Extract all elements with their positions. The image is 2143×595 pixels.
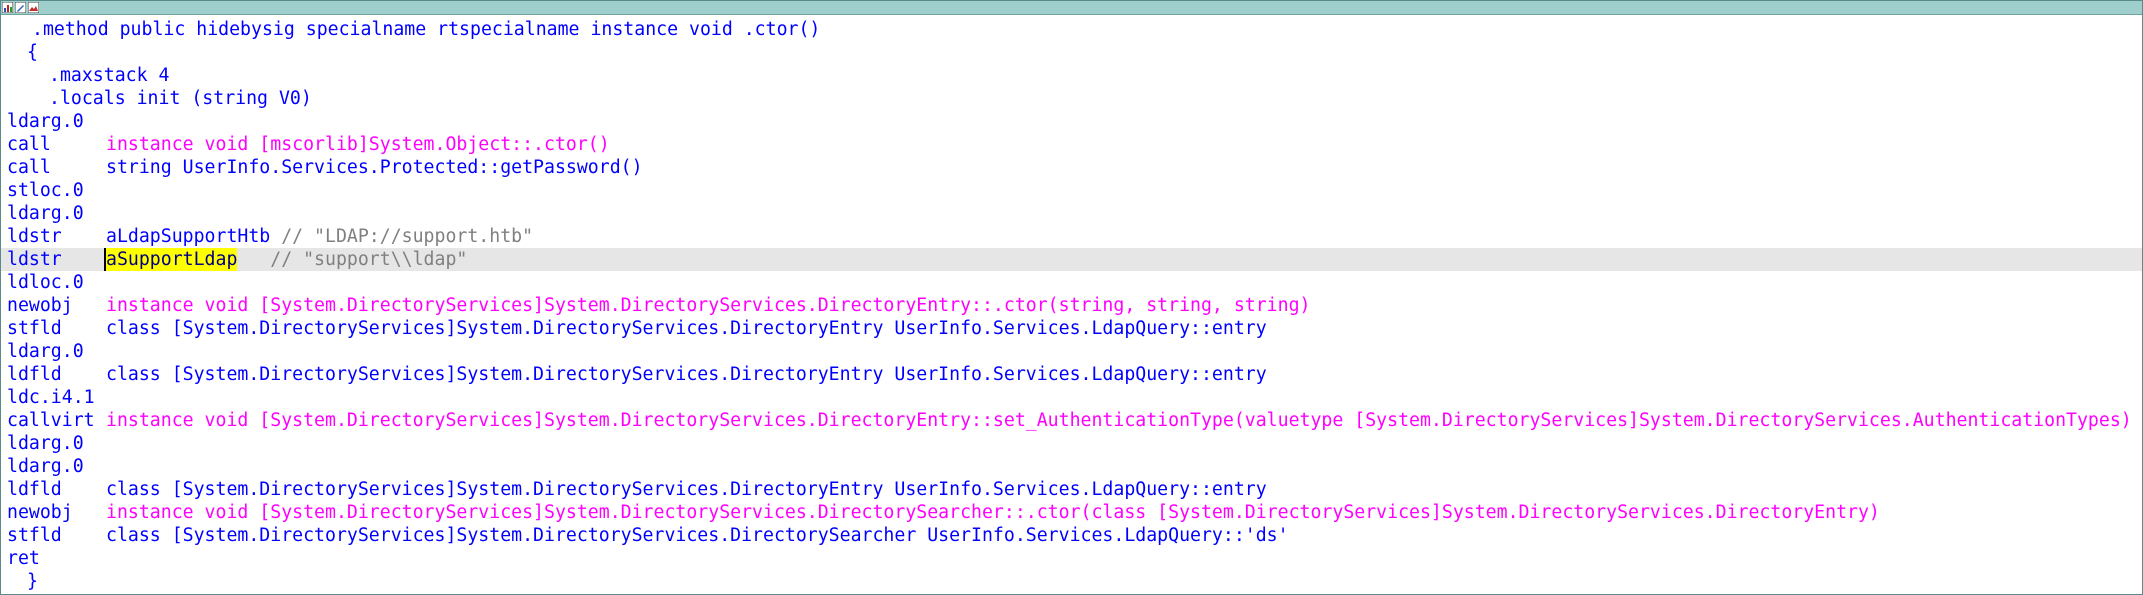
close-brace: } [27, 571, 38, 592]
selected-string-reference[interactable]: aSupportLdap [104, 248, 238, 271]
method-header: .method public hidebysig specialname rts… [32, 19, 821, 40]
image-icon[interactable] [28, 2, 39, 13]
code-line[interactable]: .locals init (string V0) [1, 87, 2142, 110]
code-line[interactable]: ldarg.0 [1, 455, 2142, 478]
locals-directive: .locals init (string V0) [49, 88, 312, 109]
code-line[interactable]: call instance void [mscorlib]System.Objec… [1, 133, 2142, 156]
instruction-opcode: ldarg.0 [7, 111, 84, 132]
instruction-opcode: stfld [7, 318, 62, 339]
maxstack-directive: .maxstack 4 [49, 65, 170, 86]
code-line[interactable]: .maxstack 4 [1, 64, 2142, 87]
instruction-opcode: ldarg.0 [7, 433, 84, 454]
instruction-opcode: ldarg.0 [7, 456, 84, 477]
code-line[interactable]: newobj instance void [System.DirectorySer… [1, 501, 2142, 524]
instruction-opcode: newobj [7, 502, 73, 523]
instruction-opcode: ldarg.0 [7, 203, 84, 224]
method-reference[interactable]: instance void [mscorlib]System.Object::.… [106, 133, 610, 156]
instruction-opcode: callvirt [7, 410, 95, 431]
current-code-line[interactable]: ldstr aSupportLdap // "support\\ldap" [1, 248, 2142, 271]
code-line[interactable]: { [1, 41, 2142, 64]
instruction-opcode: call [7, 134, 51, 155]
string-comment: // "support\\ldap" [237, 249, 468, 270]
code-line[interactable]: stfld class [System.DirectoryServices]Sys… [1, 524, 2142, 547]
code-line[interactable]: ldarg.0 [1, 432, 2142, 455]
instruction-opcode: ret [7, 548, 40, 569]
code-line[interactable]: call string UserInfo.Services.Protected::… [1, 156, 2142, 179]
code-line[interactable]: ldarg.0 [1, 340, 2142, 363]
code-line[interactable]: ldstr aLdapSupportHtb // "LDAP://support.… [1, 225, 2142, 248]
code-line[interactable]: stloc.0 [1, 179, 2142, 202]
instruction-opcode: stloc.0 [7, 180, 84, 201]
string-reference[interactable]: aLdapSupportHtb [106, 225, 270, 248]
instruction-opcode: call [7, 157, 51, 178]
instruction-opcode: ldfld [7, 479, 62, 500]
code-line[interactable]: ldarg.0 [1, 110, 2142, 133]
code-line[interactable]: ldfld class [System.DirectoryServices]Sys… [1, 363, 2142, 386]
instruction-opcode: ldstr [7, 249, 62, 270]
code-line[interactable]: } [1, 570, 2142, 593]
code-line[interactable]: ldc.i4.1 [1, 386, 2142, 409]
instruction-opcode: ldstr [7, 226, 62, 247]
open-brace: { [27, 42, 38, 63]
code-line[interactable]: .method public hidebysig specialname rts… [1, 18, 2142, 41]
code-line[interactable]: callvirt instance void [System.DirectoryS… [1, 409, 2142, 432]
field-reference[interactable]: class [System.DirectoryServices]System.D… [106, 524, 1289, 547]
edit-icon[interactable] [15, 2, 26, 13]
ida-disassembly-window: .method public hidebysig specialname rts… [0, 0, 2143, 595]
graph-icon[interactable] [2, 2, 13, 13]
field-reference[interactable]: class [System.DirectoryServices]System.D… [106, 478, 1267, 501]
code-line[interactable]: ldarg.0 [1, 202, 2142, 225]
instruction-opcode: ldloc.0 [7, 272, 84, 293]
instruction-opcode: ldarg.0 [7, 341, 84, 362]
method-reference[interactable]: instance void [System.DirectoryServices]… [106, 501, 1880, 524]
field-reference[interactable]: class [System.DirectoryServices]System.D… [106, 317, 1267, 340]
instruction-opcode: stfld [7, 525, 62, 546]
method-reference[interactable]: instance void [System.DirectoryServices]… [106, 409, 2132, 432]
instruction-opcode: ldc.i4.1 [7, 387, 95, 408]
method-reference[interactable]: string UserInfo.Services.Protected::getP… [106, 156, 643, 179]
instruction-opcode: ldfld [7, 364, 62, 385]
code-line[interactable]: ldfld class [System.DirectoryServices]Sys… [1, 478, 2142, 501]
code-line[interactable]: stfld class [System.DirectoryServices]Sys… [1, 317, 2142, 340]
window-titlebar [1, 1, 2142, 15]
code-line[interactable]: ret [1, 547, 2142, 570]
string-comment: // "LDAP://support.htb" [270, 226, 534, 247]
method-reference[interactable]: instance void [System.DirectoryServices]… [106, 294, 1310, 317]
code-line[interactable]: newobj instance void [System.DirectorySer… [1, 294, 2142, 317]
code-line[interactable]: ldloc.0 [1, 271, 2142, 294]
field-reference[interactable]: class [System.DirectoryServices]System.D… [106, 363, 1267, 386]
instruction-opcode: newobj [7, 295, 73, 316]
il-code-listing[interactable]: .method public hidebysig specialname rts… [1, 18, 2142, 593]
